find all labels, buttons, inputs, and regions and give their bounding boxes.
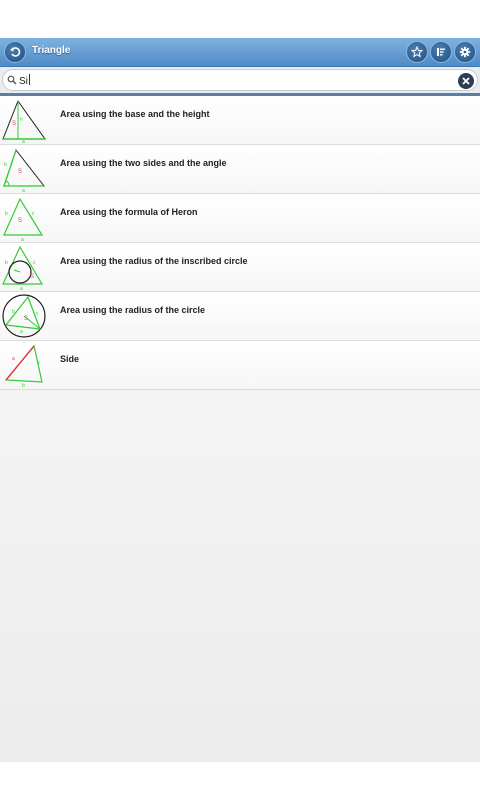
list-button[interactable] xyxy=(430,41,452,63)
search-value: Si xyxy=(19,74,30,87)
svg-text:a: a xyxy=(20,286,23,290)
svg-text:h: h xyxy=(20,117,23,123)
svg-text:S: S xyxy=(18,218,22,224)
list-item-label: Area using the formula of Heron xyxy=(60,207,198,217)
svg-text:b: b xyxy=(5,211,8,217)
list-item-label: Area using the two sides and the angle xyxy=(60,158,227,168)
list-item-label: Side xyxy=(60,354,80,364)
svg-text:S: S xyxy=(24,316,28,322)
svg-text:b: b xyxy=(4,162,7,168)
triangle-two-sides-angle-icon: S b a xyxy=(3,148,46,192)
svg-text:a: a xyxy=(22,188,25,192)
svg-text:S: S xyxy=(18,169,22,175)
list-item[interactable]: S b c a Area using the radius of the ins… xyxy=(0,243,480,292)
svg-text:S: S xyxy=(12,121,16,127)
list-item[interactable]: S h a Area using the base and the height xyxy=(0,96,480,145)
app-header: Triangle xyxy=(0,38,480,67)
svg-text:a: a xyxy=(21,237,24,241)
svg-text:b: b xyxy=(5,260,8,266)
page-title: Triangle xyxy=(32,45,71,56)
list-item[interactable]: S b c a Area using the radius of the cir… xyxy=(0,292,480,341)
svg-text:b: b xyxy=(12,309,15,315)
list-item[interactable]: S b c a Area using the formula of Heron xyxy=(0,194,480,243)
svg-text:c: c xyxy=(32,211,35,217)
back-arrow-icon xyxy=(10,47,21,57)
triangle-heron-icon: S b c a xyxy=(3,197,44,241)
list-item[interactable]: a c b Side xyxy=(0,341,480,390)
favorite-button[interactable] xyxy=(406,41,428,63)
list-item[interactable]: S b a Area using the two sides and the a… xyxy=(0,145,480,194)
search-input[interactable]: Si xyxy=(2,69,478,91)
svg-text:a: a xyxy=(22,139,25,143)
list-item-label: Area using the base and the height xyxy=(60,109,210,119)
search-bar: Si xyxy=(0,67,480,96)
list-item-label: Area using the radius of the inscribed c… xyxy=(60,256,248,266)
settings-button[interactable] xyxy=(454,41,476,63)
svg-text:c: c xyxy=(33,260,36,266)
back-button[interactable] xyxy=(4,41,26,63)
star-icon xyxy=(411,46,423,58)
close-icon xyxy=(462,77,470,85)
svg-text:a: a xyxy=(20,329,23,335)
gear-icon xyxy=(459,46,471,58)
results-list: S h a Area using the base and the height… xyxy=(0,96,480,390)
svg-text:b: b xyxy=(22,383,25,388)
empty-list-area xyxy=(0,390,480,762)
svg-text:c: c xyxy=(36,311,39,317)
svg-text:a: a xyxy=(12,356,15,362)
list-icon xyxy=(437,48,445,56)
triangle-inscribed-circle-icon: S b c a xyxy=(2,245,44,290)
search-icon xyxy=(7,75,17,85)
svg-text:S: S xyxy=(30,274,34,280)
svg-text:c: c xyxy=(38,360,41,366)
triangle-base-height-icon: S h a xyxy=(2,99,46,143)
clear-search-button[interactable] xyxy=(458,73,474,89)
triangle-side-icon: a c b xyxy=(4,344,43,388)
triangle-circumscribed-circle-icon: S b c a xyxy=(2,294,46,338)
list-item-label: Area using the radius of the circle xyxy=(60,305,206,315)
